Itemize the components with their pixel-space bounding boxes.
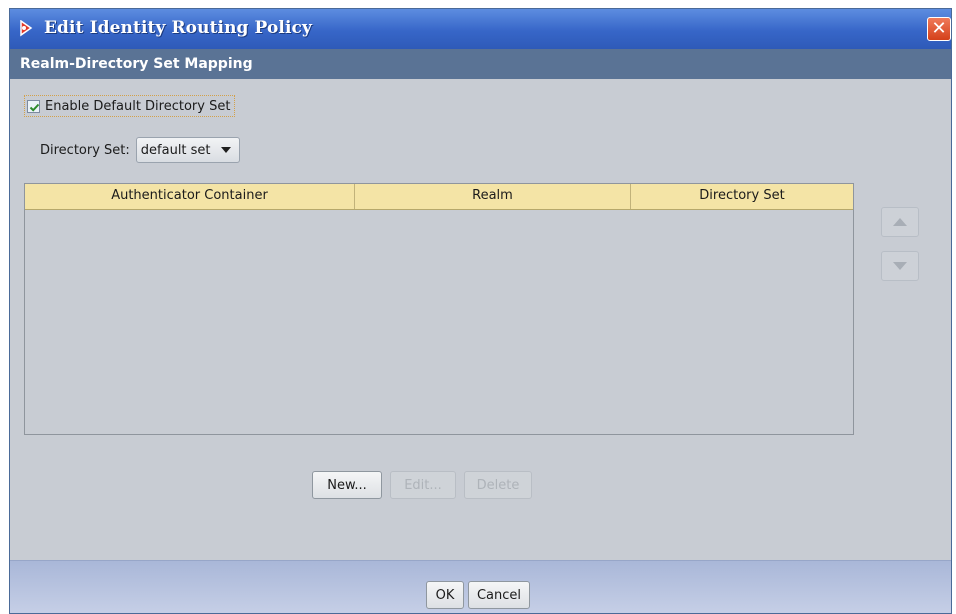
column-header-authenticator-container[interactable]: Authenticator Container [25, 184, 355, 209]
edit-identity-routing-policy-dialog: Edit Identity Routing Policy ✕ Realm-Dir… [9, 8, 952, 614]
dialog-title: Edit Identity Routing Policy [44, 18, 312, 38]
arrow-up-icon [893, 218, 907, 226]
directory-set-label: Directory Set: [40, 142, 130, 158]
footer-buttons: OK Cancel [426, 581, 530, 609]
close-icon: ✕ [931, 18, 947, 39]
chevron-down-icon [220, 147, 231, 153]
directory-set-row: Directory Set: default set [40, 137, 240, 163]
new-button[interactable]: New... [312, 471, 382, 499]
column-header-directory-set[interactable]: Directory Set [631, 184, 853, 209]
enable-default-directory-set-label: Enable Default Directory Set [45, 98, 231, 114]
new-button-label: New... [327, 477, 367, 493]
table-header: Authenticator Container Realm Directory … [25, 184, 853, 210]
cancel-button-label: Cancel [476, 587, 522, 603]
ok-button[interactable]: OK [426, 581, 464, 609]
move-down-button[interactable] [881, 251, 919, 281]
section-header: Realm-Directory Set Mapping [10, 49, 951, 79]
column-header-realm[interactable]: Realm [355, 184, 631, 209]
app-logo-icon [18, 19, 34, 37]
arrow-down-icon [893, 262, 907, 270]
delete-button-label: Delete [476, 477, 520, 493]
directory-set-select[interactable]: default set [135, 137, 240, 163]
dialog-footer: OK Cancel [10, 560, 951, 613]
enable-default-directory-set-checkbox[interactable] [27, 99, 40, 113]
directory-set-value: default set [140, 142, 211, 158]
move-up-button[interactable] [881, 207, 919, 237]
edit-button[interactable]: Edit... [390, 471, 456, 499]
edit-button-label: Edit... [404, 477, 442, 493]
mapping-table[interactable]: Authenticator Container Realm Directory … [24, 183, 854, 435]
dialog-content: Enable Default Directory Set Directory S… [10, 79, 951, 560]
enable-default-directory-set-row[interactable]: Enable Default Directory Set [24, 95, 236, 117]
checkmark-icon [29, 103, 40, 112]
cancel-button[interactable]: Cancel [468, 581, 530, 609]
ok-button-label: OK [435, 587, 455, 603]
delete-button[interactable]: Delete [464, 471, 532, 499]
table-actions: New... Edit... Delete [312, 471, 532, 499]
title-bar[interactable]: Edit Identity Routing Policy ✕ [10, 9, 951, 49]
close-button[interactable]: ✕ [927, 17, 951, 41]
